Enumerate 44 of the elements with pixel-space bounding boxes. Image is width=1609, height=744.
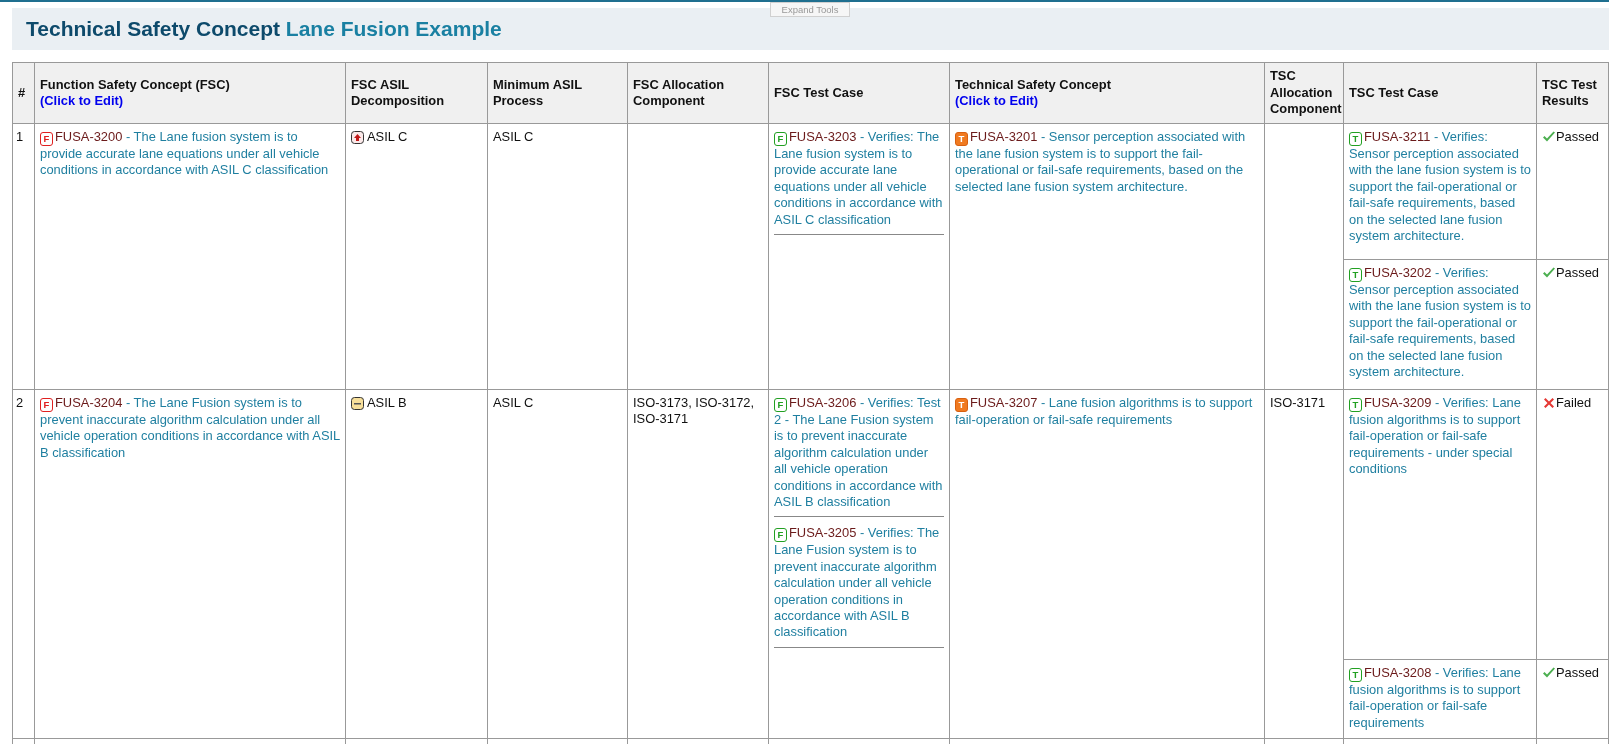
badge-icon: F bbox=[774, 528, 787, 543]
result-status: Passed bbox=[1556, 265, 1599, 282]
badge-icon: T bbox=[1349, 268, 1362, 282]
result-status: Failed bbox=[1556, 395, 1592, 412]
column-header: FSC Allocation Component bbox=[633, 76, 725, 108]
row-number: 2 bbox=[16, 395, 24, 410]
badge-icon: T bbox=[955, 398, 968, 412]
badge-icon: T bbox=[955, 132, 968, 146]
column-header: Function Safety Concept (FSC) bbox=[40, 76, 231, 93]
badge-icon: T bbox=[1349, 398, 1362, 412]
cross-icon bbox=[1542, 396, 1556, 411]
row-number: 1 bbox=[16, 129, 24, 144]
asil-level: ASIL C bbox=[493, 129, 534, 144]
requirement-link[interactable]: F FUSA-3205 - Verifies: The Lane Fusion system is to prevent inaccurate algorithm calculation under all vehicle operation conditions in accordance with ASIL B classification bbox=[774, 525, 944, 648]
badge-icon: F bbox=[774, 398, 787, 412]
edit-link[interactable]: (Click to Edit) bbox=[40, 93, 340, 110]
edit-link[interactable]: (Click to Edit) bbox=[955, 93, 1259, 110]
asil-level: ASIL C bbox=[367, 129, 408, 146]
badge-icon: F bbox=[40, 132, 53, 146]
column-header: FSC Test Case bbox=[774, 84, 864, 100]
column-header: # bbox=[18, 84, 26, 100]
column-header: TSC Allocation Component bbox=[1270, 68, 1342, 117]
requirement-link[interactable]: T FUSA-3207 - Lane fusion algorithms is to support fail-operation or fail-safe requirements bbox=[955, 395, 1259, 429]
column-header: FSC ASIL Decomposition bbox=[351, 76, 445, 108]
asil-level: ASIL C bbox=[493, 395, 534, 410]
badge-icon: T bbox=[1349, 668, 1362, 682]
column-header: TSC Test Results bbox=[1542, 76, 1597, 108]
minus-icon bbox=[351, 396, 364, 410]
column-header: TSC Test Case bbox=[1349, 84, 1439, 100]
badge-icon: F bbox=[40, 398, 53, 412]
allocation-text: ISO-3173, ISO-3172, ISO-3171 bbox=[633, 395, 755, 427]
asil-level: ASIL B bbox=[367, 395, 407, 412]
page-title: Technical Safety Concept Lane Fusion Example bbox=[26, 17, 502, 41]
result-status: Passed bbox=[1556, 129, 1599, 146]
up-arrow-icon bbox=[351, 130, 364, 144]
requirement-link[interactable]: F FUSA-3204 - The Lane Fusion system is to prevent inaccurate algorithm calculation under all vehicle operation conditions in accordance with ASIL B classification bbox=[40, 395, 340, 462]
requirement-link[interactable]: F FUSA-3206 - Verifies: Test 2 - The Lane Fusion system is to prevent inaccurate algorithm calculation under all vehicle operation conditions in accordance with ASIL B classification bbox=[774, 395, 944, 518]
badge-icon: T bbox=[1349, 132, 1362, 146]
requirement-link[interactable]: F FUSA-3200 - The Lane fusion system is to provide accurate lane equations under all vehicle conditions in accordance with ASIL C classification bbox=[40, 129, 340, 179]
allocation-text: ISO-3171 bbox=[1270, 395, 1326, 410]
column-header: Technical Safety Concept bbox=[955, 76, 1112, 93]
result-status: Passed bbox=[1556, 665, 1599, 682]
column-header: Minimum ASIL Process bbox=[493, 76, 582, 108]
badge-icon: F bbox=[774, 132, 787, 146]
